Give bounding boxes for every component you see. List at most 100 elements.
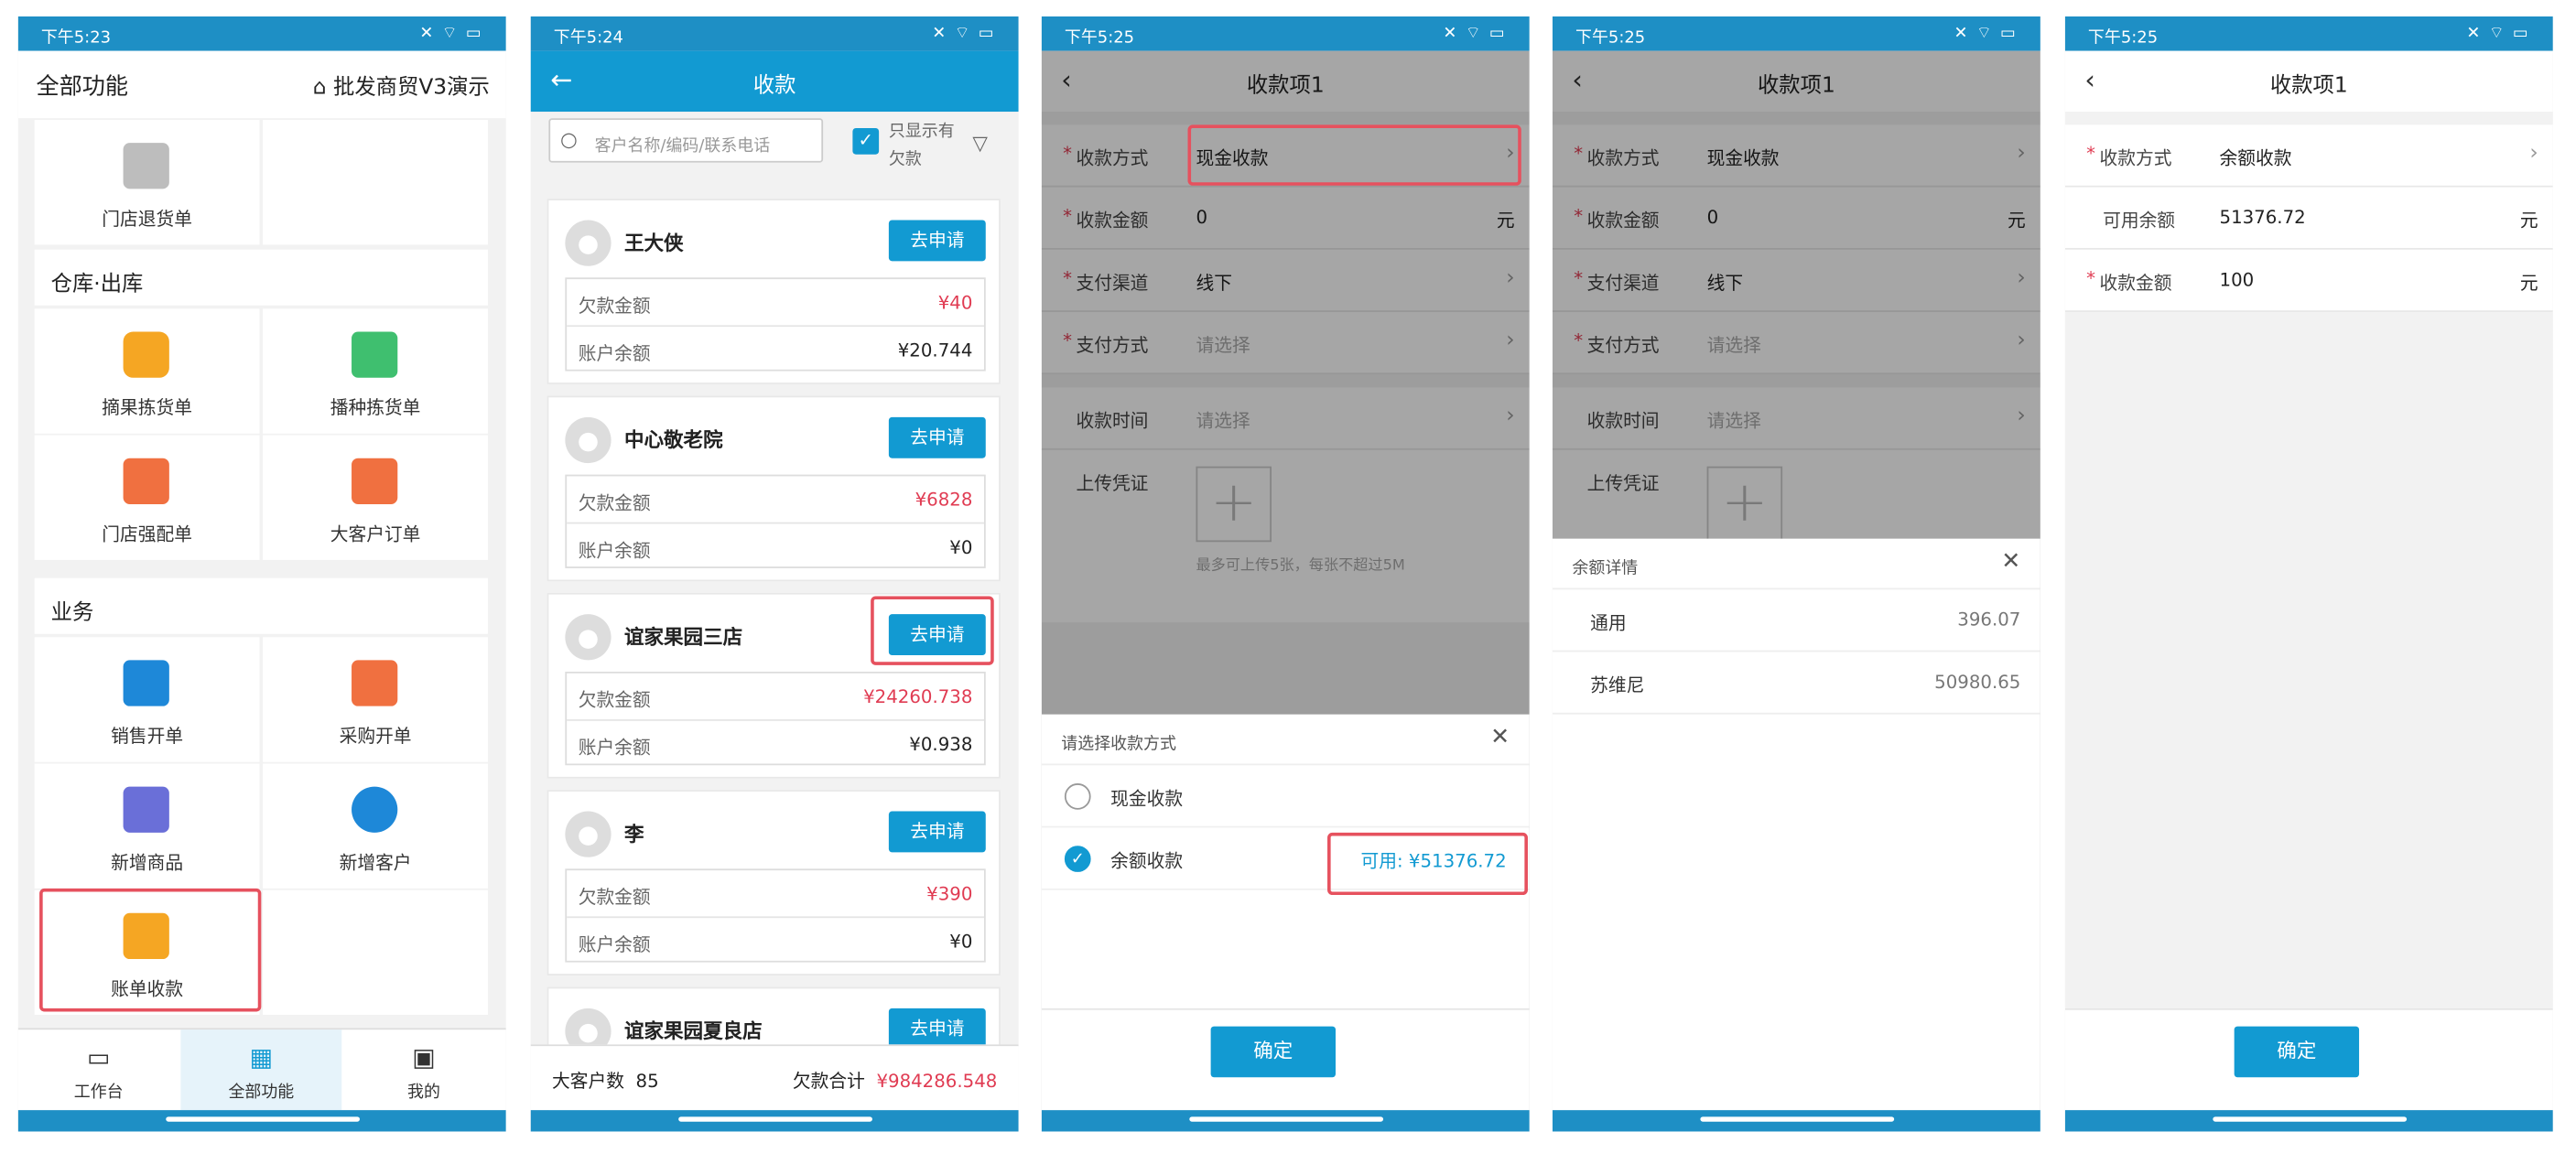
apply-button[interactable]: 去申请 xyxy=(888,1008,986,1050)
store-switcher[interactable]: ⌂ 批发商贸V3演示 xyxy=(313,69,490,101)
sheet-title: 请选择收款方式 xyxy=(1061,735,1176,754)
status-bar: 下午5:25 ✕ ⌔ ▭ xyxy=(1552,16,2040,51)
status-bar: 下午5:25 ✕ ⌔ ▭ xyxy=(2064,16,2553,51)
home-indicator[interactable] xyxy=(677,1116,872,1122)
customer-name: 王大侠 xyxy=(623,232,684,255)
tab-workbench[interactable]: ▭ 工作台 xyxy=(18,1029,179,1112)
status-icons: ✕ ⌔ ▭ xyxy=(1954,24,2018,43)
phone-collection-list: 下午5:24 ✕ ⌔ ▭ ← 收款 ○ 客户名称/编码/联系电话 ✓ 只显示有欠款 … xyxy=(530,16,1019,1132)
debt-row: 欠款金额 ¥40 xyxy=(567,279,984,325)
menu-label: 播种拣货单 xyxy=(330,397,421,419)
home-indicator[interactable] xyxy=(165,1116,360,1122)
apply-button[interactable]: 去申请 xyxy=(888,811,986,853)
phone-balance-detail: 下午5:25 ✕ ⌔ ▭ ‹ 收款项1 * 收款方式 现金收款 › * 收款金额 0 元 * 支… xyxy=(1552,16,2040,1132)
menu-purchase-order[interactable]: 采购开单 xyxy=(263,637,488,762)
divider xyxy=(2064,112,2553,125)
home-indicator[interactable] xyxy=(1188,1116,1383,1122)
balance-row: 账户余额 ¥0 xyxy=(567,916,984,962)
amount-input[interactable]: 100 xyxy=(2220,269,2255,290)
radio-unchecked[interactable] xyxy=(1064,783,1091,810)
debt-label: 欠款金额 xyxy=(578,887,651,909)
confirm-button[interactable]: 确定 xyxy=(2234,1026,2360,1078)
close-icon[interactable]: ✕ xyxy=(2001,548,2020,575)
method-value: 余额收款 xyxy=(2219,147,2292,169)
section-header: 业务 xyxy=(34,577,488,634)
menu-store-return[interactable]: 门店退货单 xyxy=(34,120,260,245)
status-time: 下午5:23 xyxy=(40,29,112,48)
amount-row[interactable]: * 收款金额 100 元 xyxy=(2064,250,2553,312)
debt-row: 欠款金额 ¥24260.738 xyxy=(567,674,984,719)
option-label: 现金收款 xyxy=(1110,788,1184,810)
gesture-bar xyxy=(1041,1110,1530,1132)
menu-seeding-list[interactable]: 播种拣货单 xyxy=(263,308,488,434)
balance-label: 账户余额 xyxy=(578,934,651,956)
bottom-tab-bar: ▭ 工作台 ▦ 全部功能 ▣ 我的 xyxy=(17,1028,506,1112)
return-doc-icon xyxy=(123,143,169,189)
basket-icon xyxy=(123,331,169,378)
filter-icon[interactable]: ▽ xyxy=(972,132,988,155)
menu-label: 大客户订单 xyxy=(330,523,421,545)
status-bar: 下午5:25 ✕ ⌔ ▭ xyxy=(1041,16,1530,51)
app-header: ‹ 收款项1 xyxy=(2064,50,2553,113)
option-cash[interactable]: 现金收款 xyxy=(1041,765,1530,828)
customer-name: 中心敬老院 xyxy=(623,428,723,452)
balance-detail-row: 苏维尼 50980.65 xyxy=(1552,652,2040,715)
menu-empty-cell xyxy=(263,120,488,245)
apply-button[interactable]: 去申请 xyxy=(888,220,986,262)
section-header: 仓库·出库 xyxy=(34,249,488,306)
menu-new-customer[interactable]: 新增客户 xyxy=(263,763,488,889)
gesture-bar xyxy=(17,1110,506,1132)
customer-name: 谊家果园夏良店 xyxy=(623,1019,763,1043)
gesture-bar xyxy=(1552,1110,2040,1132)
field-label: 可用余额 xyxy=(2103,210,2176,232)
menu-pick-list[interactable]: 摘果拣货单 xyxy=(34,308,260,434)
amount-table: 欠款金额 ¥24260.738 账户余额 ¥0.938 xyxy=(565,671,986,766)
user-icon: ▣ xyxy=(412,1042,436,1072)
cart-icon xyxy=(352,660,398,706)
balance-label: 账户余额 xyxy=(578,737,651,760)
required-mark: * xyxy=(2086,267,2096,289)
close-icon[interactable]: ✕ xyxy=(1490,724,1510,750)
phone-balance-collection: 下午5:25 ✕ ⌔ ▭ ‹ 收款项1 * 收款方式 余额收款 › 可用余额 51376.… xyxy=(2064,16,2553,1132)
gesture-bar xyxy=(530,1110,1019,1132)
home-indicator[interactable] xyxy=(2212,1116,2407,1122)
document-icon xyxy=(123,660,169,706)
debt-value: ¥390 xyxy=(926,883,973,905)
status-icons: ✕ ⌔ ▭ xyxy=(932,24,996,43)
customer-name: 谊家果园三店 xyxy=(623,625,743,649)
home-indicator[interactable] xyxy=(1699,1116,1894,1122)
user-plus-icon xyxy=(352,786,398,833)
avatar: ● xyxy=(565,416,612,464)
tab-all-functions[interactable]: ▦ 全部功能 xyxy=(180,1029,342,1112)
status-icons: ✕ ⌔ ▭ xyxy=(1443,24,1507,43)
account-name: 苏维尼 xyxy=(1590,674,1645,696)
summary-footer: 大客户数 85 欠款合计 ¥984286.548 xyxy=(530,1044,1019,1111)
menu-sales-order[interactable]: 销售开单 xyxy=(34,637,260,762)
menu-new-product[interactable]: 新增商品 xyxy=(34,763,260,889)
method-row[interactable]: * 收款方式 余额收款 › xyxy=(2064,124,2553,188)
balance-value: ¥0.938 xyxy=(909,734,973,756)
avatar: ● xyxy=(565,811,612,857)
status-time: 下午5:24 xyxy=(553,29,623,48)
debt-label: 欠款金额 xyxy=(578,296,651,318)
menu-key-customer-order[interactable]: 大客户订单 xyxy=(263,435,488,560)
amount-table: 欠款金额 ¥40 账户余额 ¥20.744 xyxy=(565,277,986,372)
debt-only-checkbox[interactable]: ✓ xyxy=(852,127,880,155)
debt-only-label: 只显示有欠款 xyxy=(888,123,955,169)
menu-store-forced[interactable]: 门店强配单 xyxy=(34,435,260,560)
option-label: 余额收款 xyxy=(1110,850,1184,872)
sheet-title: 余额详情 xyxy=(1572,559,1639,578)
menu-label: 新增商品 xyxy=(111,852,184,874)
radio-checked[interactable]: ✓ xyxy=(1064,846,1091,872)
cube-plus-icon xyxy=(123,786,169,833)
tab-mine[interactable]: ▣ 我的 xyxy=(343,1029,504,1112)
available-value: 51376.72 xyxy=(2219,207,2306,229)
required-mark: * xyxy=(2086,143,2096,165)
app-header: 全部功能 ⌂ 批发商贸V3演示 xyxy=(17,50,506,119)
debt-total-value: ¥984286.548 xyxy=(876,1071,998,1093)
apply-button[interactable]: 去申请 xyxy=(888,416,986,458)
chevron-right-icon: › xyxy=(2529,141,2538,167)
confirm-button[interactable]: 确定 xyxy=(1210,1026,1337,1078)
menu-label: 门店退货单 xyxy=(102,208,192,231)
search-input[interactable]: ○ 客户名称/编码/联系电话 xyxy=(548,118,824,163)
